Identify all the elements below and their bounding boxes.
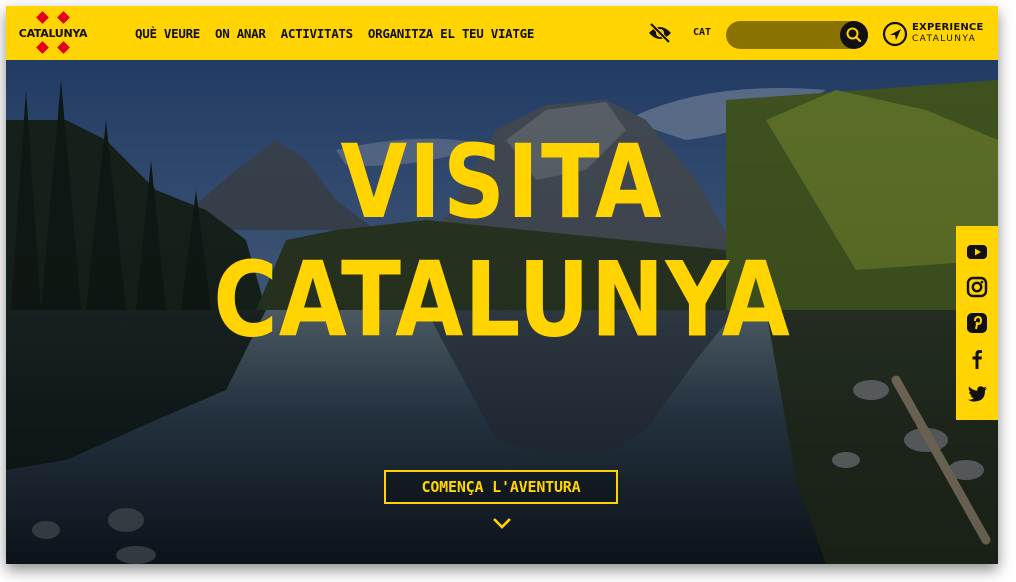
start-adventure-button[interactable]: COMENÇA L'AVENTURA (384, 470, 618, 504)
experience-top-text: EXPERIENCE (912, 22, 984, 33)
logo-text: CATALUNYA (18, 27, 88, 40)
chevron-down-icon[interactable] (491, 516, 513, 530)
nav-activitats[interactable]: ACTIVITATS (281, 26, 354, 41)
search-button[interactable] (840, 21, 868, 49)
catalunya-logo[interactable]: CATALUNYA (12, 10, 94, 56)
nav-organitza[interactable]: ORGANITZA EL TEU VIATGE (368, 26, 535, 41)
twitter-icon[interactable] (966, 383, 988, 405)
social-sidebar (956, 226, 998, 420)
experience-catalunya-link[interactable]: EXPERIENCE CATALUNYA (882, 20, 994, 48)
hero-title-line2: CATALUNYA (213, 238, 791, 361)
search-input[interactable] (736, 25, 840, 47)
search-icon (846, 27, 862, 43)
facebook-icon[interactable] (966, 348, 988, 370)
nav-que-veure[interactable]: QUÈ VEURE (135, 26, 200, 41)
main-nav: QUÈ VEURE ON ANAR ACTIVITATS ORGANITZA E… (135, 6, 534, 60)
browser-frame: CATALUNYA QUÈ VEURE ON ANAR ACTIVITATS O… (6, 6, 998, 564)
hero-section: VISITA CATALUNYA COMENÇA L'AVENTURA (6, 60, 998, 564)
compass-icon (882, 21, 908, 47)
nav-on-anar[interactable]: ON ANAR (215, 26, 266, 41)
eye-slash-icon[interactable] (648, 22, 672, 44)
instagram-icon[interactable] (966, 276, 988, 298)
hero-title-line1: VISITA (340, 124, 664, 242)
experience-bottom-text: CATALUNYA (912, 34, 977, 44)
search-box (726, 21, 868, 49)
site-header: CATALUNYA QUÈ VEURE ON ANAR ACTIVITATS O… (6, 6, 998, 60)
pinterest-icon[interactable] (966, 312, 988, 334)
youtube-icon[interactable] (966, 241, 988, 263)
language-selector[interactable]: CAT (693, 6, 711, 60)
